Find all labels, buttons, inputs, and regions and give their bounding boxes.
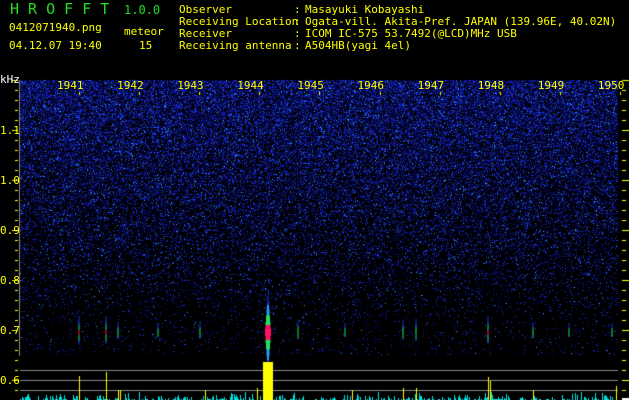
freq-tick-label: 0.9 xyxy=(0,224,20,237)
freq-unit-label: kHz xyxy=(0,73,20,86)
app-title: H R O F F T xyxy=(10,0,110,18)
info-label: Receiving antenna xyxy=(179,39,292,52)
freq-tick-label: 1.1 xyxy=(0,124,20,137)
time-tick-label: 1941 xyxy=(57,79,84,92)
freq-tick-label: 0.7 xyxy=(0,324,20,337)
freq-tick-label: 0.8 xyxy=(0,274,20,287)
time-tick-label: 1944 xyxy=(237,79,264,92)
time-tick-label: 1948 xyxy=(477,79,505,92)
time-tick-label: 1950 xyxy=(597,79,625,92)
freq-tick-label: 0.6 xyxy=(0,374,20,387)
app-version: 1.0.0 xyxy=(124,3,161,17)
time-tick-label: 1947 xyxy=(417,79,445,92)
file-name: 0412071940.png xyxy=(9,21,102,34)
time-tick-label: 1943 xyxy=(177,79,204,92)
meteor-count: 15 xyxy=(139,39,153,52)
time-tick-label: 1949 xyxy=(537,79,565,92)
time-tick-label: 1945 xyxy=(297,79,324,92)
freq-tick-label: 1.0 xyxy=(0,174,20,187)
file-datetime: 04.12.07 19:40 xyxy=(9,39,102,52)
time-tick-label: 1946 xyxy=(357,79,385,92)
time-tick-label: 1942 xyxy=(117,79,144,92)
info-value: A504HB(yagi 4el) xyxy=(305,39,411,52)
meteor-label: meteor xyxy=(124,25,164,38)
spectrogram-waterfall xyxy=(0,0,629,400)
